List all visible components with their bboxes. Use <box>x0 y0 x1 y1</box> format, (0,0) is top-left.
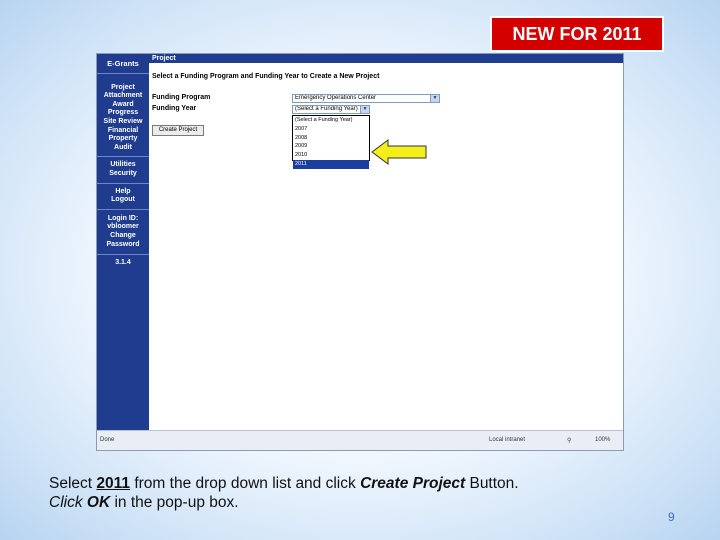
dropdown-option[interactable]: 2008 <box>293 134 369 143</box>
sidebar-item-help[interactable]: Help <box>98 188 148 197</box>
pointer-arrow-icon <box>371 139 427 165</box>
funding-year-dropdown-list: (Select a Funding Year) 2007 2008 2009 2… <box>292 115 370 169</box>
funding-year-select[interactable]: (Select a Funding Year) ▼ <box>292 105 370 114</box>
dropdown-option[interactable]: 2009 <box>293 142 369 151</box>
sidebar-group-project: Project Attachment Award Progress Site R… <box>97 74 149 158</box>
sidebar-item-progress[interactable]: Progress <box>98 109 148 118</box>
page-number: 9 <box>668 510 675 524</box>
caption-text: Button. <box>465 475 519 492</box>
caption-text: Select <box>49 475 97 492</box>
sidebar-group-help: Help Logout <box>97 184 149 210</box>
sidebar-item-property[interactable]: Property <box>98 135 148 144</box>
main-content: Project Select a Funding Program and Fun… <box>149 54 623 432</box>
caption-ok: OK <box>86 494 111 511</box>
sidebar-item-change[interactable]: Change <box>98 232 148 241</box>
sidebar-item-security[interactable]: Security <box>98 170 148 179</box>
sidebar-item-site-review[interactable]: Site Review <box>98 118 148 127</box>
sidebar-group-login: Login ID: vbloomer Change Password <box>97 210 149 256</box>
chevron-down-icon[interactable]: ▼ <box>430 95 439 102</box>
page-heading: Select a Funding Program and Funding Yea… <box>152 73 380 80</box>
status-text: Done <box>100 437 115 443</box>
sidebar-item-password[interactable]: Password <box>98 241 148 250</box>
sidebar-group-utilities: Utilities Security <box>97 157 149 184</box>
sidebar-item-egrants[interactable]: E-Grants <box>98 59 148 69</box>
caption-button-name: Create Project <box>360 475 466 492</box>
instruction-caption: Select 2011 from the drop down list and … <box>49 474 519 512</box>
sidebar-group-version: 3.1.4 <box>97 255 149 270</box>
sidebar-item-project[interactable]: Project <box>98 84 148 93</box>
dropdown-option[interactable]: (Select a Funding Year) <box>293 116 369 125</box>
zoom-icon[interactable]: ⚲ <box>567 437 571 444</box>
status-bar: Done Local intranet ⚲ 100% <box>97 430 623 450</box>
login-id-label: Login ID: <box>107 214 139 222</box>
sidebar-item-logout[interactable]: Logout <box>98 196 148 205</box>
funding-program-label: Funding Program <box>152 94 211 101</box>
dropdown-option[interactable]: 2007 <box>293 125 369 134</box>
sidebar-item-attachment[interactable]: Attachment <box>98 92 148 101</box>
dropdown-option-selected[interactable]: 2011 <box>293 159 369 169</box>
zoom-level[interactable]: 100% <box>595 437 610 443</box>
new-for-2011-badge: NEW FOR 2011 <box>490 16 664 52</box>
security-zone: Local intranet <box>489 437 526 443</box>
version-label: 3.1.4 <box>115 259 131 267</box>
page-title: Project <box>149 54 623 63</box>
caption-text: from the drop down list and click <box>130 475 361 492</box>
funding-program-value: Emergency Operations Center <box>295 95 377 101</box>
create-project-button[interactable]: Create Project <box>152 125 204 136</box>
login-id-value: vbloomer <box>107 223 139 231</box>
funding-year-value: (Select a Funding Year) <box>295 106 358 112</box>
sidebar: E-Grants Project Attachment Award Progre… <box>97 54 149 432</box>
dropdown-option[interactable]: 2010 <box>293 151 369 160</box>
funding-program-select[interactable]: Emergency Operations Center ▼ <box>292 94 440 103</box>
sidebar-group-egrants: E-Grants <box>97 54 149 74</box>
sidebar-item-financial[interactable]: Financial <box>98 127 148 136</box>
caption-text: in the pop-up box. <box>110 494 239 511</box>
caption-text: Click <box>49 494 87 511</box>
sidebar-item-award[interactable]: Award <box>98 101 148 110</box>
sidebar-item-utilities[interactable]: Utilities <box>98 161 148 170</box>
caption-year: 2011 <box>96 475 131 492</box>
sidebar-item-audit[interactable]: Audit <box>98 144 148 153</box>
funding-year-label: Funding Year <box>152 105 197 112</box>
app-screenshot: E-Grants Project Attachment Award Progre… <box>96 53 624 451</box>
chevron-down-icon[interactable]: ▼ <box>360 106 369 113</box>
